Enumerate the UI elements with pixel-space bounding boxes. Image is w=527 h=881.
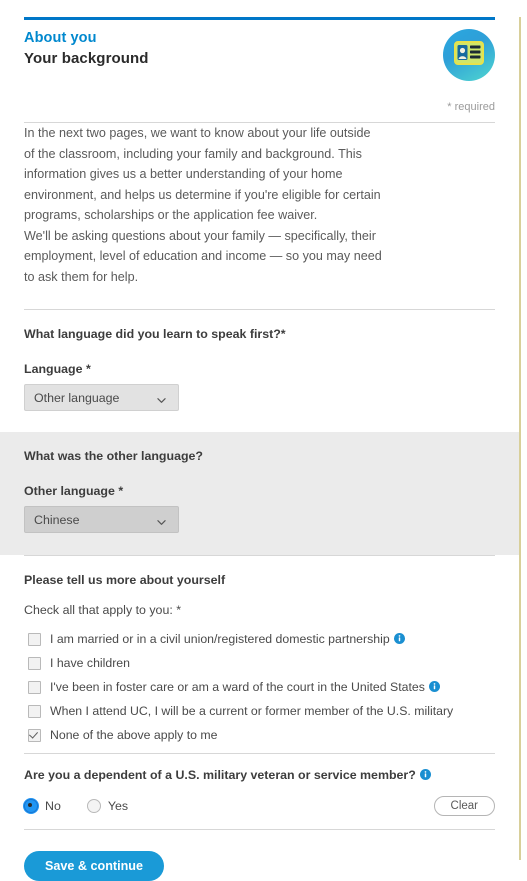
required-note: * required [447, 101, 495, 113]
header-titles: About you Your background [24, 27, 149, 69]
list-item[interactable]: I've been in foster care or am a ward of… [24, 679, 495, 696]
radio-label-no: No [45, 799, 61, 813]
about-yourself-checkbox-list: I am married or in a civil union/registe… [24, 631, 495, 744]
id-card-badge [443, 29, 495, 81]
radio-label-yes: Yes [107, 799, 129, 813]
page-content: About you Your background * required In … [0, 17, 519, 881]
info-icon[interactable] [428, 680, 440, 692]
page-edge-outer [521, 17, 527, 860]
list-item[interactable]: I am married or in a civil union/registe… [24, 631, 495, 648]
language-field-label: Language * [24, 362, 91, 376]
checkbox-label: I've been in foster care or am a ward of… [50, 680, 425, 694]
save-and-continue-button[interactable]: Save & continue [24, 851, 164, 881]
section-eyebrow: About you [24, 30, 97, 46]
page-title: Your background [24, 50, 149, 67]
about-yourself-divider [24, 753, 495, 754]
clear-button[interactable]: Clear [433, 796, 495, 816]
list-item[interactable]: When I attend UC, I will be a current or… [24, 703, 495, 720]
checkbox-label: I have children [50, 656, 130, 670]
list-item[interactable]: I have children [24, 655, 495, 672]
checkbox-married[interactable] [28, 633, 41, 646]
dependent-question-label: Are you a dependent of a U.S. military v… [24, 768, 495, 782]
other-language-section: What was the other language? Other langu… [0, 432, 519, 555]
info-icon[interactable] [419, 769, 431, 780]
checkbox-label: None of the above apply to me [50, 728, 218, 742]
radio-option-no[interactable]: No [24, 799, 61, 813]
about-yourself-heading: Please tell us more about yourself [24, 573, 226, 587]
intro-paragraph-2: We'll be asking questions about your fam… [24, 228, 382, 284]
checkbox-foster-care[interactable] [28, 681, 41, 694]
dependent-divider [24, 829, 495, 830]
other-language-divider [24, 555, 495, 556]
application-page: About you Your background * required In … [0, 17, 527, 881]
radio-option-yes[interactable]: Yes [86, 799, 129, 813]
other-language-select[interactable]: Chinese [24, 506, 179, 533]
list-item[interactable]: None of the above apply to me [24, 727, 495, 744]
language-select-wrap: Other language [24, 378, 179, 411]
intro-paragraph-1: In the next two pages, we want to know a… [24, 126, 381, 222]
other-language-field-label: Other language * [24, 484, 124, 498]
info-icon[interactable] [393, 632, 405, 644]
radio-indicator-yes[interactable] [86, 799, 101, 813]
other-language-question-label: What was the other language? [24, 449, 203, 463]
dependent-question-text: Are you a dependent of a U.S. military v… [24, 768, 416, 782]
checkbox-children[interactable] [28, 657, 41, 670]
checkbox-none-of-above[interactable] [28, 729, 41, 742]
checkbox-military[interactable] [28, 705, 41, 718]
check-all-instruction: Check all that apply to you: * [24, 603, 182, 617]
intro-divider [24, 309, 495, 310]
other-language-select-wrap: Chinese [24, 500, 179, 533]
language-question-label: What language did you learn to speak fir… [24, 327, 286, 341]
checkbox-label: When I attend UC, I will be a current or… [50, 704, 454, 718]
dependent-radio-row: No Yes Clear [24, 796, 495, 816]
radio-indicator-no[interactable] [24, 799, 38, 813]
language-select[interactable]: Other language [24, 384, 179, 411]
id-card-icon [454, 40, 484, 70]
page-header: About you Your background [24, 20, 495, 81]
checkbox-label: I am married or in a civil union/registe… [50, 632, 390, 646]
